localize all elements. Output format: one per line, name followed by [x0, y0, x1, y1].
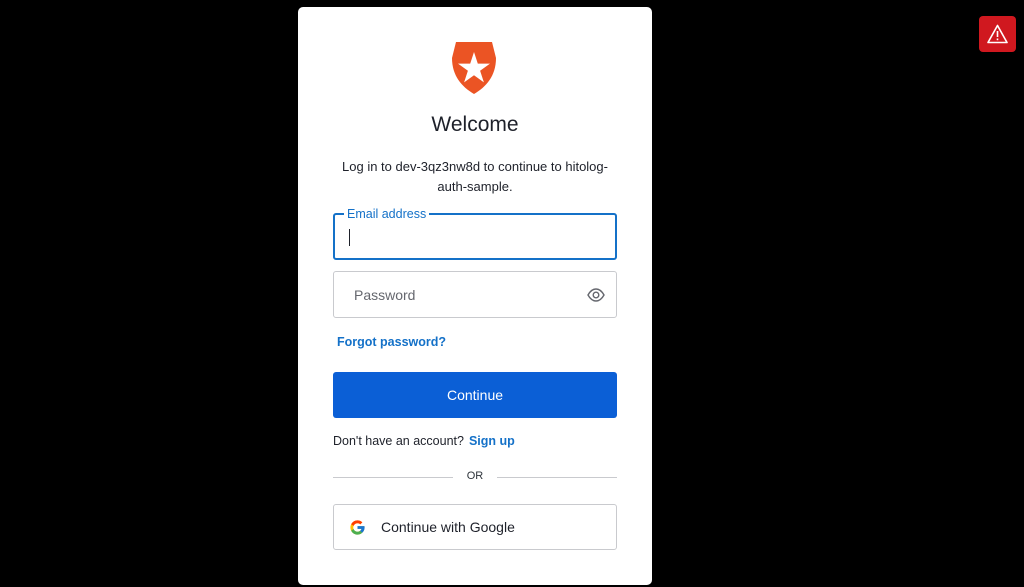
auth0-logo-icon: [452, 42, 496, 94]
or-divider: OR: [333, 469, 617, 485]
divider-line-right: [497, 477, 617, 478]
email-field[interactable]: Email address: [333, 206, 617, 260]
divider-text: OR: [466, 470, 484, 482]
continue-with-google-button[interactable]: Continue with Google: [333, 504, 617, 550]
eye-icon[interactable]: [587, 287, 605, 303]
login-subtitle: Log in to dev-3qz3nw8d to continue to hi…: [342, 159, 608, 194]
warning-badge-button[interactable]: [979, 16, 1016, 52]
text-caret: [349, 229, 350, 246]
forgot-password-link[interactable]: Forgot password?: [337, 335, 446, 349]
password-input[interactable]: [334, 272, 616, 317]
sign-up-link[interactable]: Sign up: [469, 434, 515, 448]
page-title: Welcome: [431, 113, 519, 136]
warning-triangle-icon: [987, 24, 1008, 44]
google-g-icon: [350, 520, 365, 535]
page-background: Welcome Log in to dev-3qz3nw8d to contin…: [0, 0, 1024, 587]
password-field[interactable]: [333, 271, 617, 318]
email-input[interactable]: [335, 215, 615, 258]
continue-button[interactable]: Continue: [333, 372, 617, 418]
no-account-text: Don't have an account?: [333, 434, 464, 448]
login-card: Welcome Log in to dev-3qz3nw8d to contin…: [298, 7, 652, 585]
google-button-label: Continue with Google: [381, 519, 515, 535]
signup-row: Don't have an account? Sign up: [333, 434, 515, 448]
